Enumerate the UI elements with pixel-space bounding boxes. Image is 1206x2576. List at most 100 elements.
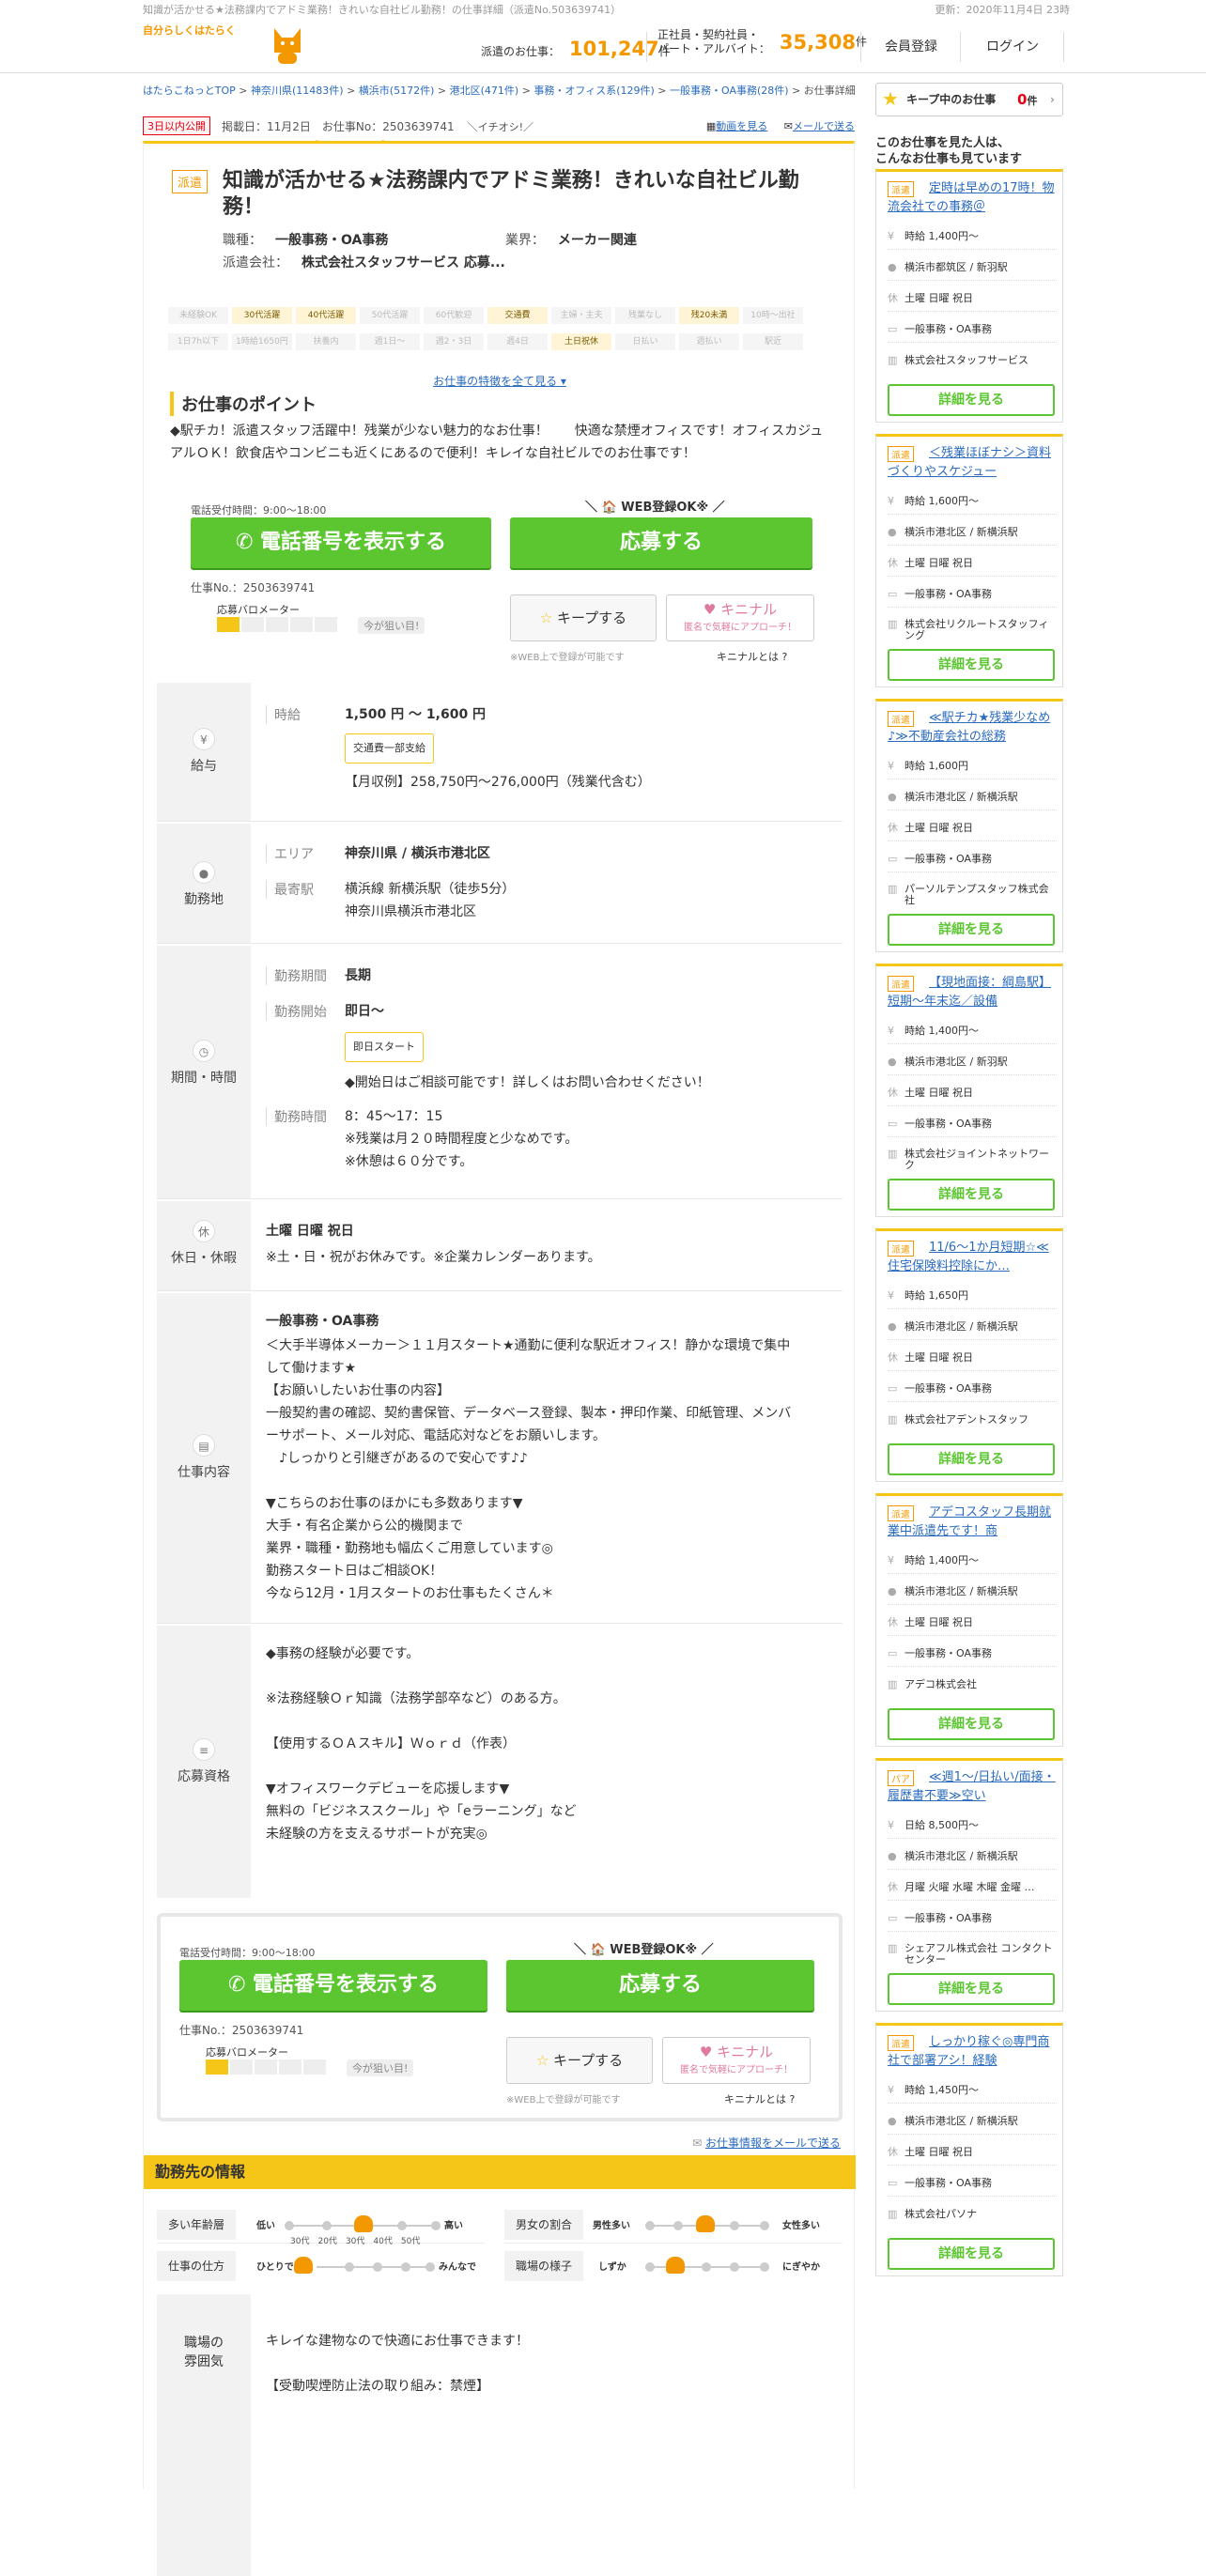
show-all-features-link[interactable]: お仕事の特徴を全て見る ▾ [144,373,856,389]
type-row: ▭ 一般事務・OA事務 [888,1116,1057,1137]
location-section: ● 勤務地 エリア 神奈川県 / 横浜市港北区 最寄駅 横浜線 新横浜駅（徒歩5分… [157,824,843,944]
kinaru-help-link[interactable]: キニナルとは ? [717,649,787,664]
qual-description: ◆事務の経験が必要です。 ※法務経験Ｏｒ知識（法務学部卒など）のある方。 【使用する… [266,1643,577,1845]
logo-tagline: 自分らしくはたらく [143,24,236,37]
wage-row: ¥ 時給 1,600円 [888,758,1057,779]
place-row: ● 横浜市港北区 / 新羽駅 [888,1054,1057,1075]
divider [960,32,961,62]
briefcase-icon: ▤ [193,1434,215,1457]
wage-row: ¥ 時給 1,450円～ [888,2082,1057,2104]
apply-button[interactable]: 応募する [510,517,812,568]
apply-meter [206,2059,328,2075]
start-value: 即日～ [345,1004,384,1019]
company-row: ▥ 株式会社アデントスタッフ [888,1413,1028,1426]
feature-tag: 週4日 [487,333,548,350]
feature-tag: 残業なし [615,307,675,324]
apply-button-2[interactable]: 応募する [506,1960,814,2011]
cat-marker-icon [696,2215,715,2232]
related-job-title[interactable]: 【現地面接：綱島駅】短期～年末迄／設備 [888,974,1057,1011]
detail-button[interactable]: 詳細を見る [888,2238,1055,2270]
mail-icon: ✉ [783,120,793,132]
related-job-card: 派遣 【現地面接：綱島駅】短期～年末迄／設備 ¥ 時給 1,400円～ ● 横浜市港北区 … [875,964,1063,1217]
related-job-card: 派遣 しっかり稼ぐ◎専門商社で部署アシ！経験 ¥ 時給 1,450円～ ● 横浜市港北区 … [875,2023,1063,2276]
keep-button[interactable]: ☆ キープする [510,594,657,641]
briefcase-icon: ▭ [888,1912,898,1924]
briefcase-icon: ▭ [888,1382,898,1395]
keep-count: 0件 [1017,91,1038,108]
action-box: 電話受付時間：9:00～18:00 ✆ 電話番号を表示する ＼ 🏠 WEB登録O… [191,501,820,663]
building-icon: ▥ [888,1942,898,1954]
register-button[interactable]: 会員登録 [866,32,956,62]
breadcrumb-top[interactable]: はたらこねっとTOP [143,85,236,97]
period-value: 長期 [345,968,371,983]
area-value: 神奈川県 / 横浜市港北区 [345,846,490,861]
web-ok-label: ＼ 🏠 WEB登録OK※ ／ [574,1943,714,1957]
apply-meter [217,617,339,632]
breadcrumb-ward[interactable]: 港北区(471件) [450,85,519,97]
briefcase-icon: ▭ [888,2177,898,2189]
show-phone-button[interactable]: ✆ 電話番号を表示する [191,517,491,568]
wage-row: ¥ 時給 1,400円～ [888,1552,1057,1574]
type-row: ▭ 一般事務・OA事務 [888,2175,1057,2197]
detail-button[interactable]: 詳細を見る [888,384,1055,416]
building-icon: ▥ [888,1413,898,1426]
kinaru-help-link[interactable]: キニナルとは ? [724,2091,795,2106]
site-logo[interactable]: 自分らしくはたらく はたらこねっと [143,23,444,165]
text-line [266,1470,791,1492]
related-job-title[interactable]: ≪駅チカ★残業少なめ♪≫不動産会社の総務 [888,709,1057,747]
breadcrumb-category[interactable]: 事務・オフィス系(129件) [533,85,654,97]
video-link[interactable]: 動画を見る [716,120,767,132]
text-line: ※法務経験Ｏｒ知識（法務学部卒など）のある方。 [266,1691,566,1706]
building-icon: ▥ [888,354,898,366]
top-strip: 知識が活かせる★法務課内でアドミ業務！きれいな自社ビル勤務！の仕事詳細（派遣No… [0,0,1206,21]
feature-tag: 駅近 [743,333,803,350]
related-job-card: 派遣 ≪駅チカ★残業少なめ♪≫不動産会社の総務 ¥ 時給 1,600円 ● 横浜市港北区 … [875,699,1063,952]
mail-job-link[interactable]: ✉ お仕事情報をメールで送る [692,2135,841,2151]
related-job-title[interactable]: ＜残業ほぼナシ＞資料づくりやスケジュー [888,444,1057,482]
web-note: ※WEB上で登録が可能です [506,2095,621,2106]
briefcase-icon: ▭ [888,1647,898,1659]
related-job-title[interactable]: 定時は早めの17時！物流会社での事務＠ [888,179,1057,217]
detail-button[interactable]: 詳細を見る [888,1443,1055,1475]
keep-button-2[interactable]: ☆ キープする [506,2037,653,2084]
star-icon: ☆ [535,2052,554,2069]
detail-button[interactable]: 詳細を見る [888,649,1055,681]
detail-button[interactable]: 詳細を見る [888,1708,1055,1740]
login-button[interactable]: ログイン [967,32,1058,62]
breadcrumb-city[interactable]: 横浜市(5172件) [359,85,435,97]
chevron-right-icon: › [1050,93,1055,106]
type-badge: 派遣 [172,170,209,193]
work-section: ▤ 仕事内容 一般事務・OA事務 ＜大手半導体メーカー＞１１月スタート★通勤に便利… [157,1293,843,1624]
show-phone-button-2[interactable]: ✆ 電話番号を表示する [179,1960,487,2011]
location-side: ● 勤務地 [157,824,251,943]
related-job-title[interactable]: ≪週1～/日払い/面接・履歴書不要≫空い [888,1768,1057,1806]
cat-marker-icon [294,2257,313,2274]
work-title: 一般事務・OA事務 [266,1314,379,1329]
days-row: 休土曜 日曜 祝日 [888,555,1057,577]
start-note: ◆開始日はご相談可能です！詳しくはお問い合わせください！ [345,1075,710,1090]
map-pin-icon: ● [888,791,897,803]
cat-marker-icon [354,2215,373,2232]
document-icon: ≡ [193,1738,215,1761]
job-card: 派遣 知識が活かせる★法務課内でアドミ業務！きれいな自社ビル勤務！ 職種： 一般事… [143,141,856,2576]
holiday-icon: 休 [888,1881,898,1893]
kinaru-button-2[interactable]: ♥ キニナル 匿名で気軽にアプローチ！ [662,2037,811,2084]
job-meta: 掲載日：11月2日 お仕事No：2503639741 ＼イチオシ!／ [222,120,534,133]
mail-share-link[interactable]: メールで送る [793,120,855,132]
breadcrumb: はたらこねっとTOP > 神奈川県(11483件) > 横浜市(5172件) >… [143,85,856,97]
detail-button[interactable]: 詳細を見る [888,1973,1055,2005]
meter-now-label: 今が狙い目! [358,617,425,634]
related-job-title[interactable]: しっかり稼ぐ◎専門商社で部署アシ！経験 [888,2033,1057,2071]
related-job-title[interactable]: 11/6～1か月短期☆≪住宅保険料控除にか… [888,1239,1057,1276]
holiday-icon: 休 [888,292,898,304]
breadcrumb-pref[interactable]: 神奈川県(11483件) [251,85,344,97]
keep-list-button[interactable]: ★ キープ中のお仕事 0件 › [875,83,1063,116]
related-job-title[interactable]: アデコスタッフ長期就業中派遣先です！商 [888,1504,1057,1541]
building-icon: ▥ [888,2208,898,2220]
atmosphere-text-2: 【受動喫煙防止法の取り組み：禁煙】 [266,2379,489,2394]
kinaru-button[interactable]: ♥ キニナル 匿名で気軽にアプローチ！ [666,594,814,641]
breadcrumb-jobtype[interactable]: 一般事務・OA事務(28件) [670,85,789,97]
detail-button[interactable]: 詳細を見る [888,914,1055,946]
work-side: ▤ 仕事内容 [157,1293,251,1623]
detail-button[interactable]: 詳細を見る [888,1179,1055,1211]
